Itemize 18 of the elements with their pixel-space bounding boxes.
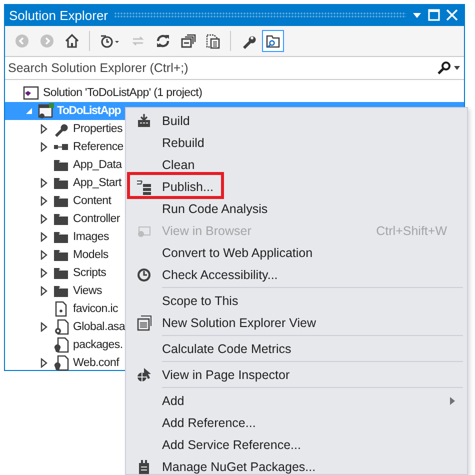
menu-item-label: Add Reference... (162, 416, 257, 430)
menu-item-label: Add Service Reference... (162, 438, 302, 452)
menu-item-label: Build (162, 114, 191, 128)
menu-item-label: View in Browser (162, 224, 252, 238)
menu-item-label: Scope to This (162, 294, 240, 308)
menu-item-label: Rebuild (162, 136, 206, 150)
menu-item-label: Calculate Code Metrics (162, 342, 292, 356)
menu-item-label: View in Page Inspector (162, 368, 291, 382)
menu-item-label: Run Code Analysis (162, 202, 269, 216)
menu-item-label: Check Accessibility... (162, 268, 279, 282)
menu-item-label: New Solution Explorer View (162, 316, 318, 330)
menu-item-label: Add (162, 394, 186, 408)
menu-item-label: Clean (162, 158, 196, 172)
shortcut-label: Ctrl+Shift+W (376, 224, 447, 238)
menu-item-label: Convert to Web Application (162, 246, 314, 260)
menu-item-label: Manage NuGet Packages... (162, 460, 317, 474)
menu-item-label: Publish... (162, 180, 214, 194)
window-title: Solution Explorer (9, 8, 108, 22)
